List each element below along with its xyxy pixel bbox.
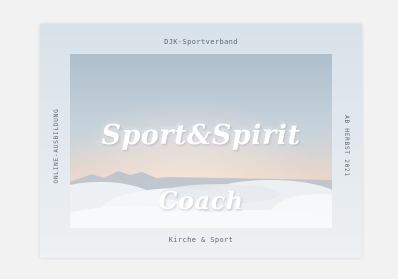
organization-label: DJK-Sportverband [164,38,238,46]
start-date-label: AB HERBST 2021 [343,115,350,177]
online-training-label: ONLINE-AUSBILDUNG [53,108,60,184]
footer-label: Kirche & Sport [168,236,234,244]
title-line-1: Sport&Spirit [101,120,301,151]
title-line-2: Coach [158,186,244,215]
course-card: DJK-Sportverband ONLINE-AUSBILDUNG AB HE… [40,24,362,258]
